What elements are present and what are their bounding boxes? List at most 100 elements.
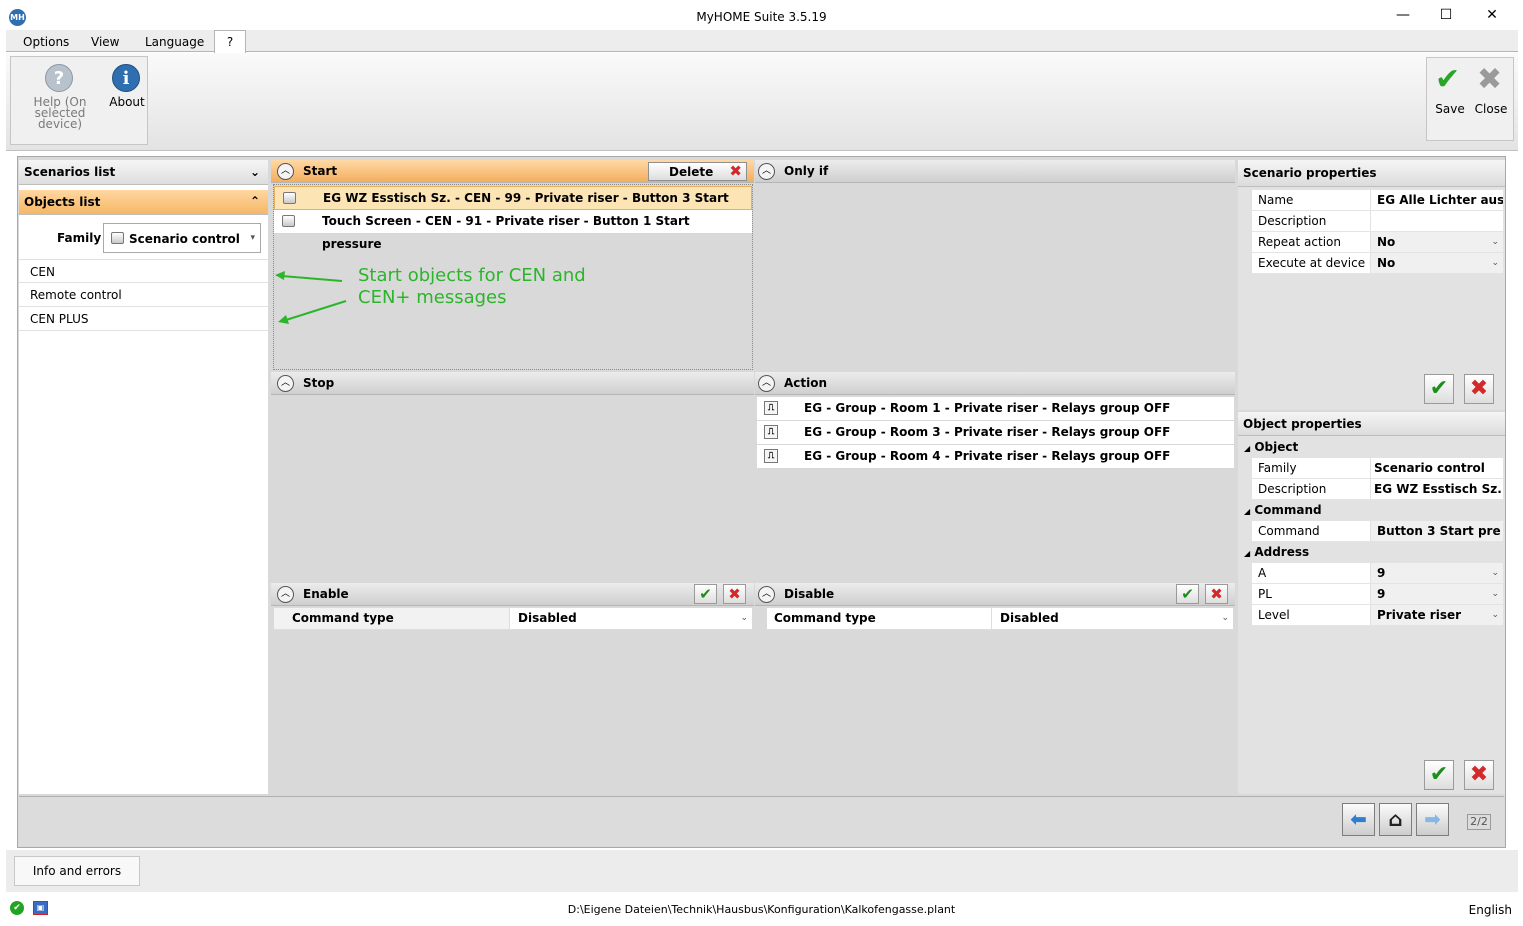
cancel-button[interactable]: ✖ (1464, 760, 1494, 790)
prop-row-pl[interactable]: PL 9 ⌄ (1252, 584, 1503, 605)
info-errors-tab[interactable]: Info and errors (14, 856, 140, 886)
prop-value: Scenario control (1371, 458, 1503, 478)
command-type-value: Disabled (1000, 611, 1059, 625)
enable-command-row[interactable]: Command type Disabled ⌄ (274, 608, 752, 630)
dropdown-arrow-icon: ⌄ (1491, 237, 1499, 247)
list-item[interactable]: CEN PLUS (19, 307, 268, 331)
prop-row-name[interactable]: Name EG Alle Lichter aus (1252, 190, 1503, 211)
prop-name: Family (1252, 458, 1370, 478)
cancel-button[interactable]: ✖ (1464, 374, 1494, 404)
objects-list-header[interactable]: Objects list ⌃ (19, 190, 268, 215)
bottom-area (6, 850, 1518, 892)
about-button[interactable]: i About (107, 59, 147, 125)
table-row[interactable]: ⎍ EG - Group - Room 3 - Private riser - … (757, 421, 1234, 445)
family-select-value: Scenario control (129, 232, 240, 246)
disable-command-row[interactable]: Command type Disabled ⌄ (767, 608, 1233, 630)
collapse-icon[interactable]: ︿ (277, 163, 294, 180)
prop-row-family[interactable]: Family Scenario control (1252, 458, 1503, 479)
collapse-icon[interactable]: ︿ (758, 375, 775, 392)
collapse-triangle-icon: ◢ (1244, 549, 1251, 558)
collapse-icon[interactable]: ︿ (758, 163, 775, 180)
forward-arrow-button[interactable]: ➡ (1416, 803, 1449, 836)
relay-icon: ⎍ (764, 425, 778, 439)
prop-name: Command (1252, 521, 1370, 541)
table-row[interactable]: ⎍ EG - Group - Room 4 - Private riser - … (757, 445, 1234, 469)
category-address[interactable]: ◢ Address (1244, 542, 1309, 563)
help-label: Help (On selected device) (33, 95, 87, 131)
prop-name: Level (1252, 605, 1370, 625)
title-bar: MH MyHOME Suite 3.5.19 — ☐ ✕ (0, 0, 1523, 30)
collapse-icon[interactable]: ︿ (758, 586, 775, 603)
action-row-text: EG - Group - Room 3 - Private riser - Re… (804, 425, 1171, 439)
family-row: Family Scenario control ▾ (19, 215, 268, 259)
save-button[interactable]: ✔ Save (1431, 62, 1469, 118)
confirm-button[interactable]: ✔ (1424, 374, 1454, 404)
scenario-properties-panel: Scenario properties Name EG Alle Lichter… (1238, 160, 1505, 410)
checkmark-icon: ✔ (1435, 62, 1461, 97)
window-title: MyHOME Suite 3.5.19 (696, 10, 827, 24)
delete-x-icon: ✖ (729, 162, 742, 180)
prop-value: Button 3 Start pre (1371, 521, 1503, 541)
command-type-value: Disabled (518, 611, 577, 625)
prop-row-description[interactable]: Description EG WZ Esstisch Sz. (1252, 479, 1503, 500)
ribbon (6, 53, 1518, 151)
prop-row-a[interactable]: A 9 ⌄ (1252, 563, 1503, 584)
help-button[interactable]: ? Help (On selected device) (13, 59, 107, 130)
collapse-icon[interactable]: ︿ (277, 586, 294, 603)
cancel-button[interactable]: ✖ (1205, 584, 1228, 604)
relay-icon: ⎍ (764, 401, 778, 415)
maximize-button[interactable]: ☐ (1423, 4, 1469, 26)
close-window-button[interactable]: ✕ (1469, 4, 1515, 26)
collapse-icon[interactable]: ︿ (277, 375, 294, 392)
minimize-button[interactable]: — (1380, 4, 1426, 26)
dropdown-arrow-icon: ⌄ (1491, 610, 1499, 620)
enable-panel: ︿ Enable ✔ ✖ Command type Disabled ⌄ (271, 583, 754, 794)
close-button[interactable]: ✖ Close (1471, 62, 1511, 118)
action-header: ︿ Action (755, 372, 1235, 395)
delete-button[interactable]: Delete ✖ (648, 162, 747, 181)
list-item[interactable]: Remote control (19, 283, 268, 307)
object-properties-panel: Object properties ◢ Object Family Scenar… (1238, 412, 1505, 794)
category-object[interactable]: ◢ Object (1244, 437, 1298, 458)
dropdown-arrow-icon: ⌄ (1491, 526, 1499, 536)
category-label: Object (1254, 440, 1299, 454)
home-button[interactable]: ⌂ (1379, 803, 1412, 836)
objects-list-label: Objects list (24, 195, 101, 209)
back-arrow-button[interactable]: ⬅ (1342, 803, 1375, 836)
scenario-prop-grid: Name EG Alle Lichter aus Description Rep… (1252, 190, 1503, 274)
prop-row-execute[interactable]: Execute at device re No ⌄ (1252, 253, 1503, 274)
menu-view[interactable]: View (91, 35, 119, 49)
disable-header: ︿ Disable ✔ ✖ (755, 583, 1235, 606)
prop-name: Description (1252, 211, 1370, 231)
confirm-button[interactable]: ✔ (1424, 760, 1454, 790)
prop-value: 9 (1371, 563, 1503, 583)
menu-options[interactable]: Options (23, 35, 69, 49)
confirm-button[interactable]: ✔ (1176, 584, 1199, 604)
cancel-button[interactable]: ✖ (723, 584, 746, 604)
prop-row-command[interactable]: Command Button 3 Start pre ⌄ (1252, 521, 1503, 542)
language-indicator: English (1468, 903, 1512, 917)
menu-language[interactable]: Language (145, 35, 204, 49)
action-title: Action (784, 376, 828, 390)
table-row[interactable]: Touch Screen - CEN - 91 - Private riser … (274, 210, 752, 251)
about-label: About (109, 95, 145, 109)
save-ribbon-group: ✔ Save ✖ Close (1426, 57, 1514, 141)
list-item[interactable]: CEN (19, 259, 268, 283)
dropdown-arrow-icon: ▾ (250, 233, 255, 243)
prop-name: PL (1252, 584, 1370, 604)
x-icon: ✖ (1477, 62, 1503, 97)
category-command[interactable]: ◢ Command (1244, 500, 1322, 521)
table-row[interactable]: ⎍ EG - Group - Room 1 - Private riser - … (757, 397, 1234, 421)
question-icon: ? (45, 64, 73, 92)
prop-row-repeat-action[interactable]: Repeat action No ⌄ (1252, 232, 1503, 253)
menu-help-tab[interactable]: ? (214, 30, 246, 53)
prop-row-description[interactable]: Description (1252, 211, 1503, 232)
family-select[interactable]: Scenario control ▾ (103, 223, 261, 253)
help-ribbon-group: ? Help (On selected device) i About (10, 56, 148, 145)
confirm-button[interactable]: ✔ (694, 584, 717, 604)
only-if-header: ︿ Only if (755, 160, 1235, 183)
prop-name: Execute at device re (1252, 253, 1370, 273)
table-row[interactable]: EG WZ Esstisch Sz. - CEN - 99 - Private … (274, 186, 752, 228)
prop-row-level[interactable]: Level Private riser ⌄ (1252, 605, 1503, 626)
scenarios-list-header[interactable]: Scenarios list ⌄ (19, 160, 268, 185)
